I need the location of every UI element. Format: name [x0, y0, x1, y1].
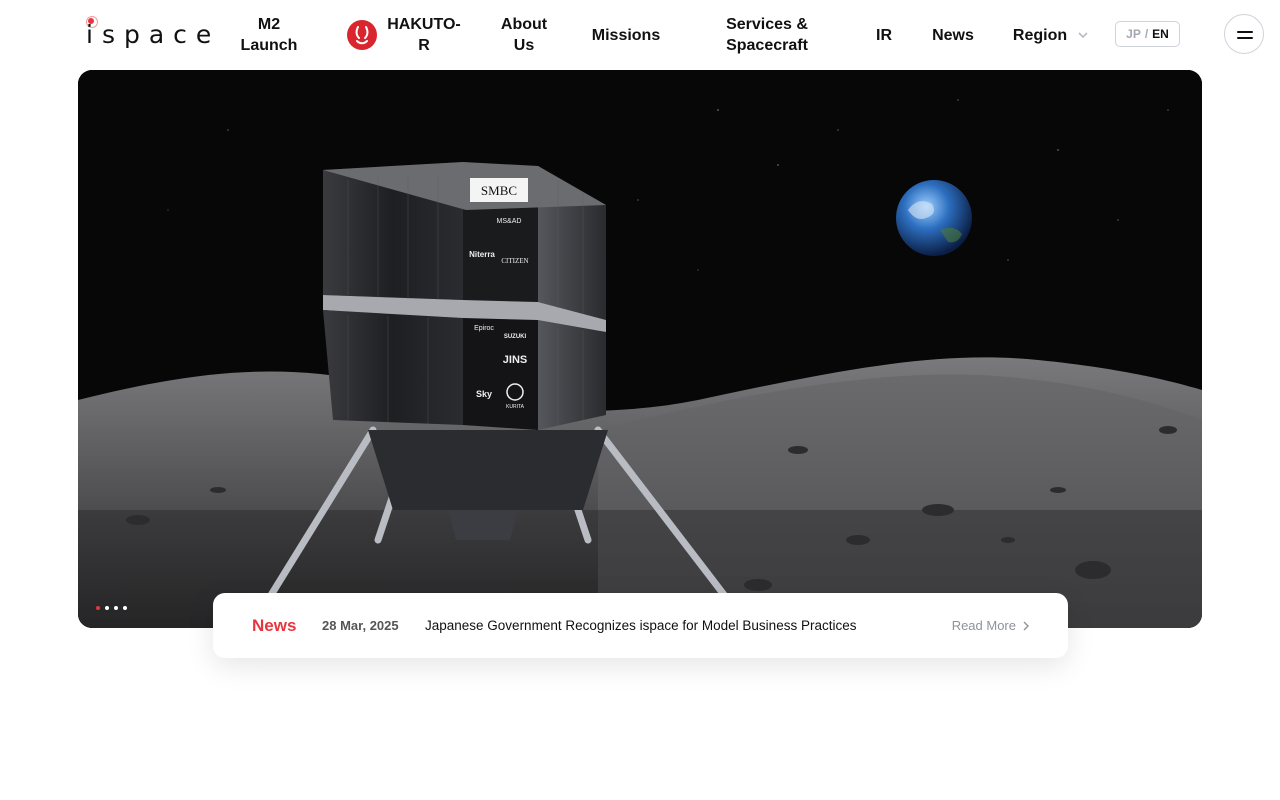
nav-region-label: Region — [1012, 26, 1068, 44]
site-header: ispace M2 Launch HAKUTO- R About Us Miss… — [0, 0, 1280, 70]
news-ticker-bar: News 28 Mar, 2025 Japanese Government Re… — [213, 593, 1068, 658]
news-label: News — [252, 615, 297, 635]
chevron-down-icon — [1078, 32, 1088, 39]
nav-m2-launch-line2: Launch — [240, 37, 298, 54]
hamburger-line-icon — [1237, 37, 1253, 39]
nav-hakuto-line1: HAKUTO- — [387, 16, 461, 33]
nav-services-spacecraft[interactable]: Services & Spacecraft — [705, 12, 829, 58]
nav-services-line1: Services & — [726, 16, 808, 33]
read-more-label: Read More — [951, 618, 1016, 633]
nav-about-line1: About — [500, 16, 548, 33]
nav-ir[interactable]: IR — [866, 12, 902, 58]
read-more-link[interactable]: Read More — [952, 618, 1030, 633]
sponsor-citizen: CITIZEN — [501, 257, 528, 265]
sponsor-jins: JINS — [503, 354, 527, 366]
nav-m2-launch-line1: M2 — [257, 16, 281, 33]
nav-hakuto-line2: R — [418, 37, 430, 54]
nav-news[interactable]: News — [926, 12, 980, 58]
nav-m2-launch[interactable]: M2 Launch — [228, 12, 310, 58]
nav-hakuto-r[interactable]: HAKUTO- R — [344, 12, 464, 58]
nav-about-us[interactable]: About Us — [490, 12, 558, 58]
sponsor-epiroc: Epiroc — [474, 325, 494, 332]
ispace-logo[interactable]: ispace — [86, 16, 211, 52]
nav-news-label: News — [932, 26, 974, 44]
sponsor-smbc: SMBC — [481, 183, 517, 198]
nav-region-dropdown[interactable]: Region — [1008, 12, 1094, 58]
hamburger-menu-button[interactable] — [1224, 14, 1264, 54]
nav-missions[interactable]: Missions — [586, 12, 666, 58]
lang-separator: / — [1144, 27, 1149, 41]
nav-about-line2: Us — [513, 37, 535, 54]
slider-dot[interactable] — [96, 606, 100, 610]
hero-slider: SMBC MS&AD Niterra CITIZEN Epiroc SUZUKI… — [78, 70, 1202, 628]
sponsor-kurita: KURITA — [506, 404, 525, 410]
slider-dot[interactable] — [105, 606, 109, 610]
sponsor-niterra: Niterra — [469, 250, 495, 259]
chevron-right-icon — [1023, 621, 1029, 630]
sponsor-suzuki: SUZUKI — [504, 334, 527, 340]
nav-missions-label: Missions — [591, 26, 661, 44]
hamburger-line-icon — [1237, 31, 1253, 33]
news-headline-link[interactable]: Japanese Government Recognizes ispace fo… — [425, 618, 856, 633]
hakuto-rabbit-icon — [347, 20, 378, 50]
nav-services-line2: Spacecraft — [726, 37, 808, 54]
slider-dot[interactable] — [123, 606, 127, 610]
lang-en-link[interactable]: EN — [1152, 27, 1169, 41]
news-date: 28 Mar, 2025 — [322, 618, 399, 633]
slider-dot[interactable] — [114, 606, 118, 610]
logo-text: ispace — [86, 20, 221, 49]
sponsor-msad: MS&AD — [497, 218, 522, 225]
sponsor-sky: Sky — [476, 389, 492, 399]
slider-pagination — [96, 606, 127, 610]
hero-lunar-lander-image: SMBC MS&AD Niterra CITIZEN Epiroc SUZUKI… — [78, 70, 1202, 628]
lang-jp-link[interactable]: JP — [1126, 27, 1141, 41]
language-switcher: JP / EN — [1115, 21, 1180, 47]
nav-ir-label: IR — [876, 26, 892, 44]
